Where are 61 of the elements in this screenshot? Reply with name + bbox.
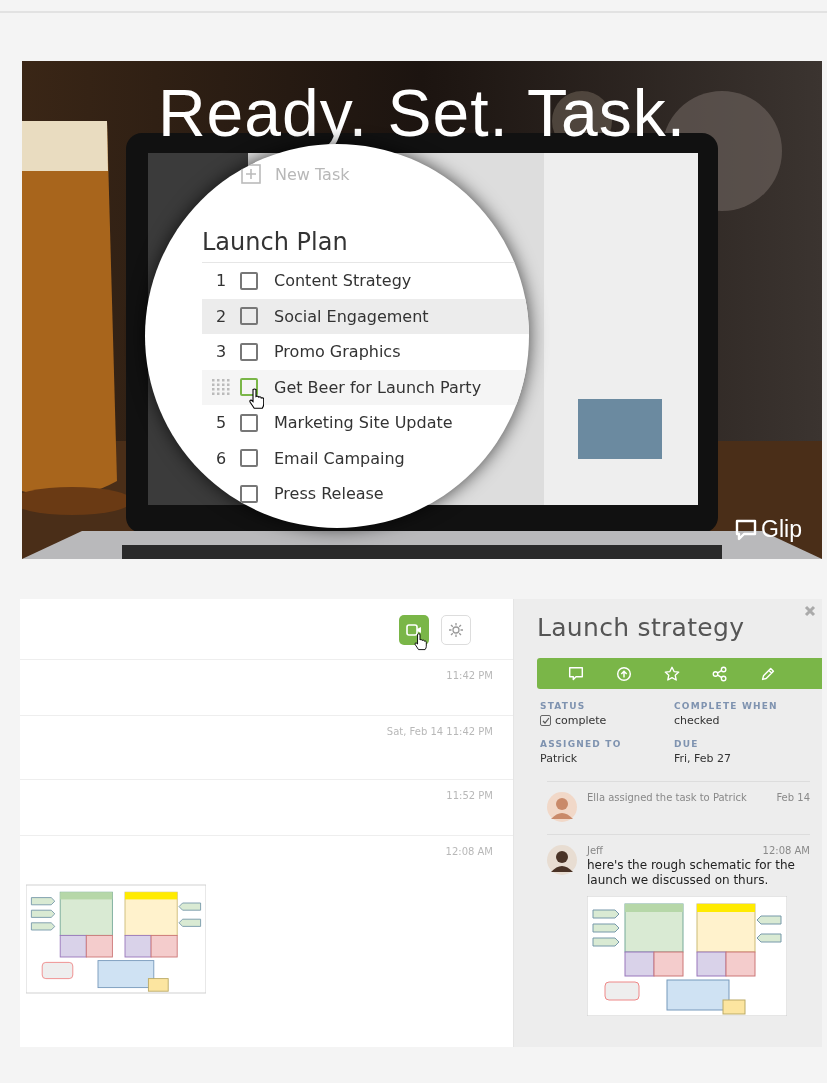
activity-text: Ella assigned the task to Patrick (587, 792, 747, 803)
row-number: 2 (214, 306, 228, 326)
task-row[interactable]: 3 Promo Graphics (202, 334, 529, 370)
field-label: STATUS (540, 701, 587, 711)
task-row[interactable]: 2 Social Engagement (202, 298, 529, 334)
checkbox[interactable] (240, 484, 258, 503)
list-title: Launch Plan (202, 228, 348, 256)
row-number: 3 (214, 342, 228, 362)
task-label: Promo Graphics (274, 342, 401, 362)
message-time: 12:08 AM (762, 845, 810, 856)
hand-cursor-icon (413, 633, 427, 651)
checkbox[interactable] (240, 413, 258, 432)
message-time: Sat, Feb 14 11:42 PM (386, 726, 493, 739)
task-row[interactable]: 1 Content Strategy (202, 263, 529, 299)
checkbox[interactable] (240, 449, 258, 468)
avatar (547, 792, 577, 822)
task-row[interactable]: Press Release (202, 476, 529, 512)
row-number: 1 (214, 271, 228, 291)
task-label: Content Strategy (274, 271, 412, 291)
star-icon (663, 664, 681, 683)
task-label: Press Release (274, 484, 384, 504)
settings-button[interactable] (441, 615, 471, 645)
close-icon (804, 605, 816, 617)
settings-icon (448, 622, 464, 638)
plus-icon[interactable] (241, 164, 261, 184)
avatar (547, 845, 577, 875)
hand-cursor-icon (248, 388, 264, 411)
task-label: Email Campaing (274, 448, 405, 468)
upload-icon (615, 664, 633, 683)
checkbox[interactable] (240, 342, 258, 361)
row-number: 5 (214, 413, 228, 433)
task-row[interactable]: 6 Email Campaing (202, 440, 529, 476)
drag-handle-icon[interactable] (211, 378, 231, 397)
field-label: COMPLETE WHEN (674, 701, 779, 711)
speech-bubble-icon (735, 518, 758, 541)
checkbox[interactable] (540, 715, 551, 726)
field-value: Fri, Feb 27 (674, 752, 732, 765)
share-icon (711, 664, 729, 683)
field-value: complete (555, 714, 607, 727)
brand-name: Glip (761, 516, 802, 543)
message-time: 11:52 PM (446, 790, 493, 803)
comment-icon (567, 664, 585, 683)
task-label: Marketing Site Update (274, 413, 453, 433)
task-row[interactable]: 5 Marketing Site Update (202, 405, 529, 441)
field-label: ASSIGNED TO (540, 739, 623, 749)
checkbox[interactable] (240, 271, 258, 290)
row-number: 6 (214, 448, 228, 468)
field-value: checked (674, 714, 720, 727)
activity-time: Feb 14 (776, 792, 810, 803)
message-text: here's the rough schematic for the launch we discussed on thurs. (587, 858, 796, 888)
task-title: Launch strategy (537, 613, 746, 642)
message-time: 12:08 AM (445, 846, 493, 859)
message-time: 11:42 PM (446, 670, 493, 683)
field-label: DUE (674, 739, 700, 749)
author-name: Jeff (587, 845, 603, 856)
task-label: Social Engagement (274, 306, 429, 326)
field-value: Patrick (540, 752, 578, 765)
checkbox[interactable] (240, 307, 258, 326)
task-label: Get Beer for Launch Party (274, 377, 482, 397)
headline: Ready. Set. Task. (156, 75, 688, 151)
video-camera-icon (406, 624, 422, 636)
